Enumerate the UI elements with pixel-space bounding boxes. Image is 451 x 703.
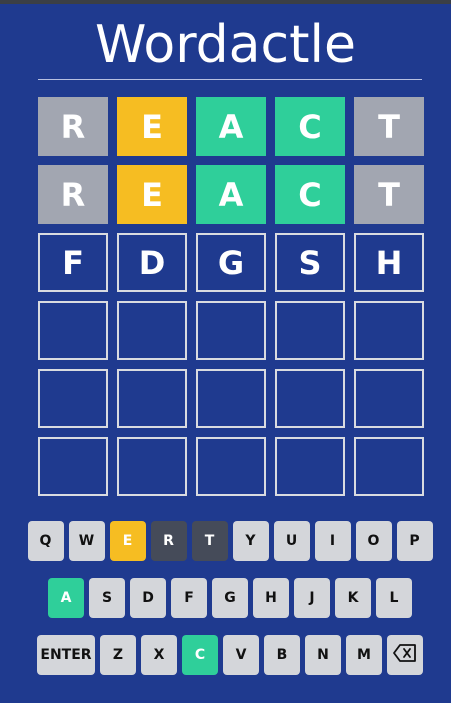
backspace-icon [393,644,417,666]
board-row [38,301,424,360]
board-tile [117,437,187,496]
key-l[interactable]: L [376,578,412,618]
board-tile [275,301,345,360]
board-tile [38,301,108,360]
board-tile: C [275,165,345,224]
board-tile: R [38,97,108,156]
key-h[interactable]: H [253,578,289,618]
enter-key[interactable]: ENTER [37,635,95,675]
key-c[interactable]: C [182,635,218,675]
key-p[interactable]: P [396,521,433,561]
keyboard-row: ENTER Z X C V B N M [37,635,423,675]
key-o[interactable]: O [355,521,392,561]
board-tile: G [196,233,266,292]
key-n[interactable]: N [305,635,341,675]
key-v[interactable]: V [223,635,259,675]
keyboard-row: ASDFGHJKL [38,578,422,618]
board-tile [354,301,424,360]
key-f[interactable]: F [171,578,207,618]
board-tile [275,369,345,428]
key-g[interactable]: G [212,578,248,618]
key-m[interactable]: M [346,635,382,675]
key-k[interactable]: K [335,578,371,618]
key-s[interactable]: S [89,578,125,618]
key-r[interactable]: R [150,521,187,561]
key-q[interactable]: Q [27,521,64,561]
key-j[interactable]: J [294,578,330,618]
board-tile [38,437,108,496]
board-tile: D [117,233,187,292]
board-tile [354,437,424,496]
board-tile: T [354,165,424,224]
board-row [38,369,424,428]
key-w[interactable]: W [68,521,105,561]
title-divider [38,79,422,80]
board-tile [38,369,108,428]
board-tile: C [275,97,345,156]
board-tile: R [38,165,108,224]
board-tile [196,437,266,496]
key-z[interactable]: Z [100,635,136,675]
key-i[interactable]: I [314,521,351,561]
key-d[interactable]: D [130,578,166,618]
game-board: REACTREACTFDGSH [38,97,424,505]
backspace-key[interactable] [387,635,423,675]
keyboard: Q W E R T Y U I O P A S D F G H J K L ENTER Z X C V B N M [27,521,433,692]
board-tile: A [196,165,266,224]
board-row: REACT [38,165,424,224]
board-tile: S [275,233,345,292]
key-b[interactable]: B [264,635,300,675]
board-row: REACT [38,97,424,156]
board-tile: H [354,233,424,292]
board-tile: E [117,165,187,224]
board-row: FDGSH [38,233,424,292]
window-top-strip [0,0,451,4]
key-u[interactable]: U [273,521,310,561]
board-tile [117,301,187,360]
board-tile: F [38,233,108,292]
page-title: Wordactle [95,15,356,75]
key-y[interactable]: Y [232,521,269,561]
key-e[interactable]: E [109,521,146,561]
board-tile: E [117,97,187,156]
board-tile: A [196,97,266,156]
board-tile [117,369,187,428]
board-tile [275,437,345,496]
key-t[interactable]: T [191,521,228,561]
board-tile [196,301,266,360]
key-a[interactable]: A [48,578,84,618]
key-x[interactable]: X [141,635,177,675]
board-tile: T [354,97,424,156]
board-tile [196,369,266,428]
keyboard-row: QWERTYUIOP [27,521,433,561]
board-tile [354,369,424,428]
board-row [38,437,424,496]
